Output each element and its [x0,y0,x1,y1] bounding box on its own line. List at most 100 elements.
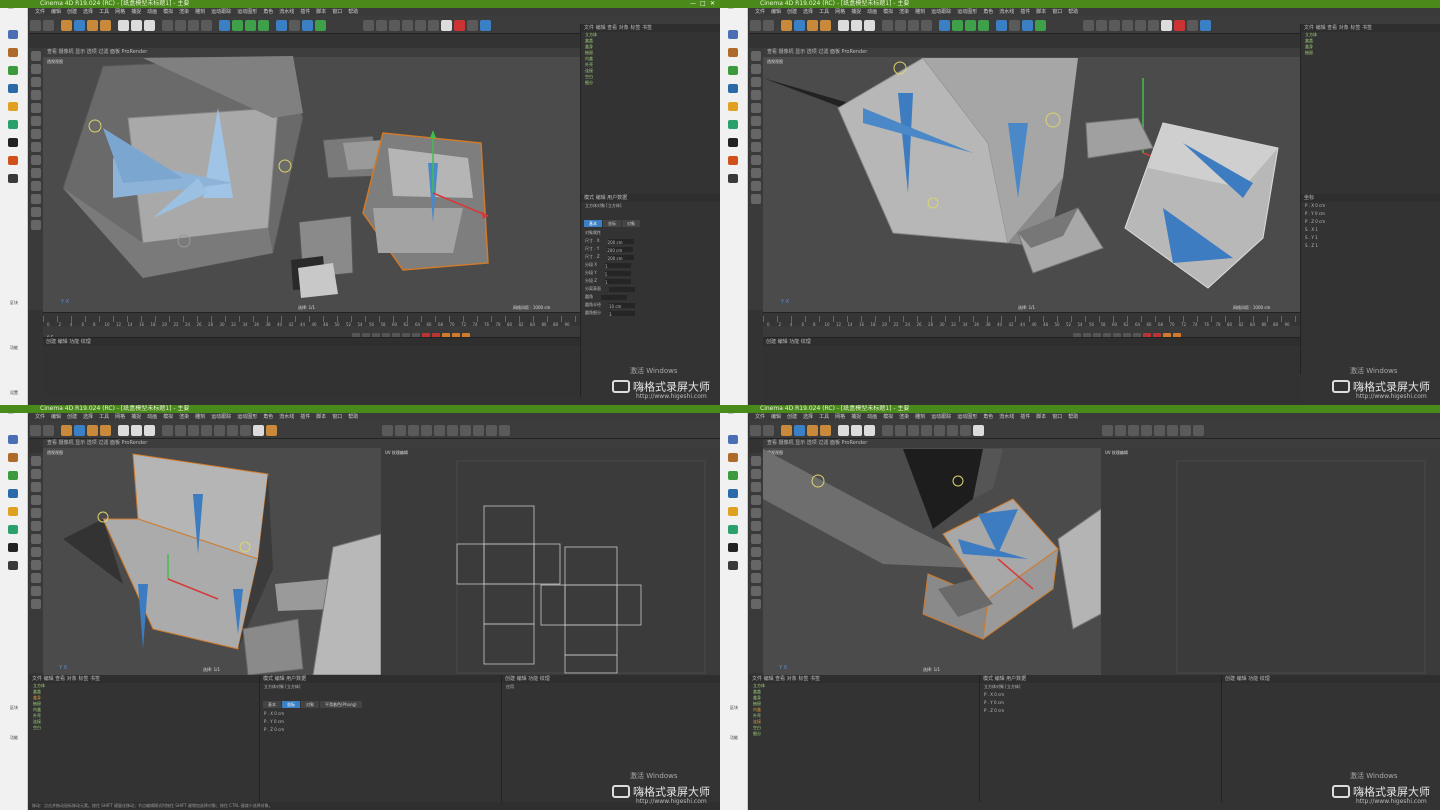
menu-item[interactable]: 选择 [803,9,813,15]
attr-field[interactable]: 3 [609,310,635,317]
coord-row[interactable]: P . Z 0 cm [1301,218,1440,226]
menu-item[interactable]: 编辑 [51,9,61,15]
menu-item[interactable]: 角色 [263,414,273,420]
x-axis-icon[interactable] [118,20,130,31]
render-settings-icon[interactable] [921,20,933,31]
app-icon[interactable] [8,435,18,444]
menu-item[interactable]: 角色 [983,414,993,420]
menu-item[interactable]: 动画 [867,414,877,420]
menu-item[interactable]: 创建 [67,414,77,420]
coord-icon[interactable] [162,425,174,436]
y-axis-icon[interactable] [131,20,143,31]
uv-lock-icon[interactable] [499,425,510,436]
main-menu[interactable]: 文件 编辑 创建 选择 工具 网格 捕捉 动画 模拟 渲染 雕刻 运动跟踪 运动图形 角色 流水线 插件 脚本窗… [29,413,720,421]
menu-item[interactable]: 插件 [1020,414,1030,420]
redo-icon[interactable] [763,20,774,31]
menu-item[interactable]: 创建 [67,9,77,15]
model-mode-icon[interactable] [31,64,41,74]
uv-settings-tabs[interactable]: 创建 编辑 功能 纹理 [1222,675,1440,683]
live-select-icon[interactable] [781,20,793,31]
uv-editor-viewport[interactable]: UV 纹理编辑 [1101,439,1440,675]
polygons-mode-icon[interactable] [414,20,426,31]
uv-rotate-icon[interactable] [1128,425,1139,436]
perspective-viewport[interactable]: 查看 摄像机 显示 选项 过滤 面板 ProRender 透视视图 Y X 选择… [43,48,580,312]
tab-object[interactable]: 对象 [301,701,319,708]
uv-move-icon[interactable] [382,425,393,436]
menu-item[interactable]: 运动图形 [237,9,257,15]
texture-tool-icon[interactable] [31,77,41,87]
camera-tool-icon[interactable] [1022,20,1034,31]
camera-icon[interactable] [728,138,738,147]
render-view-icon[interactable] [895,20,907,31]
point-tool-icon[interactable] [751,103,761,113]
tab-basic[interactable]: 基本 [584,220,602,227]
main-menu[interactable]: 文件 编辑 创建 选择 工具 网格 捕捉 动画 模拟 渲染 雕刻 运动跟踪 运动图形 角色 流水线 插件 脚本窗… [749,413,1440,421]
menu-item[interactable]: 运动图形 [957,414,977,420]
menu-items[interactable]: 文件 编辑 创建 选择 工具 网格 捕捉 动画 模拟 渲染 雕刻 运动跟踪 运动图形 角色 流水线 插件 脚本窗… [29,9,358,15]
coord-icon[interactable] [882,20,894,31]
tweak-icon[interactable] [751,560,761,570]
snap-icon[interactable] [1095,20,1107,31]
uv-mode-icon[interactable] [973,425,985,436]
axis-mode-icon[interactable] [31,495,41,505]
settings-icon[interactable] [728,84,738,93]
light-icon[interactable] [315,20,327,31]
chat-icon[interactable] [728,120,738,129]
move-icon[interactable] [794,425,806,436]
menu-item[interactable]: 窗口 [1052,414,1062,420]
y-axis-icon[interactable] [851,425,863,436]
redo-icon[interactable] [763,425,774,436]
menu-item[interactable]: 动画 [147,414,157,420]
menu-item[interactable]: 脚本 [316,414,326,420]
menu-item[interactable]: 运动跟踪 [211,414,231,420]
enable-axis-icon[interactable] [751,142,761,152]
uv-relax-icon[interactable] [1167,425,1178,436]
folder-icon[interactable] [728,48,738,57]
edge-tool-icon[interactable] [751,116,761,126]
rotate-icon[interactable] [100,425,112,436]
green-app-icon[interactable] [8,66,18,75]
render-icon[interactable] [188,425,200,436]
app-icon[interactable] [728,30,738,39]
enable-axis-icon[interactable] [31,547,41,557]
object-manager-tabs[interactable]: 文件 编辑 查看 对象 标签 书签 [749,675,979,683]
edge-tool-icon[interactable] [751,521,761,531]
lock-icon[interactable] [751,194,761,204]
light-icon[interactable] [1035,20,1047,31]
live-select-icon[interactable] [781,425,793,436]
menu-item[interactable]: 网格 [835,414,845,420]
point-tool-icon[interactable] [31,508,41,518]
menu-item[interactable]: 编辑 [51,414,61,420]
object-row[interactable]: 空白 [29,725,259,731]
main-menu[interactable]: 文件 编辑 创建 选择 工具 网格 捕捉 动画 模拟 渲染 雕刻 运动跟踪 运动图形 角色 流水线 插件 脚本窗… [29,8,720,16]
object-row[interactable]: 细分 [581,80,720,86]
object-manager-tabs[interactable]: 文件 编辑 查看 对象 标签 书签 [29,675,259,683]
attr-field[interactable]: 200 cm [607,238,634,245]
polygon-tool-icon[interactable] [31,534,41,544]
layout-icon[interactable] [362,20,374,31]
object-manager-tabs[interactable]: 文件 编辑 查看 对象 标签 书签 [1301,24,1440,32]
coord-row[interactable]: S . Y 1 [1301,234,1440,242]
tweak-icon[interactable] [751,155,761,165]
menu-item[interactable]: 选择 [83,414,93,420]
edge-tool-icon[interactable] [31,116,41,126]
lock-icon[interactable] [31,599,41,609]
menu-item[interactable]: 脚本 [316,9,326,15]
array-icon[interactable] [965,20,977,31]
render-icon[interactable] [908,20,920,31]
menu-item[interactable]: 网格 [115,9,125,15]
coord-row[interactable]: P . X 0 cm [260,710,501,718]
points-mode-icon[interactable] [214,425,226,436]
uv-relax-icon[interactable] [447,425,458,436]
menu-item[interactable]: 雕刻 [915,9,925,15]
perspective-viewport[interactable]: 查看 摄像机 显示 选项 过滤 面板 ProRender 透视视图 Y X 选择… [763,48,1300,312]
enable-axis-icon[interactable] [31,142,41,152]
edges-mode-icon[interactable] [227,425,239,436]
snap-icon[interactable] [375,20,387,31]
polygons-mode-icon[interactable] [1134,20,1146,31]
perspective-viewport[interactable]: 查看 摄像机 显示 选项 过滤 面板 ProRender 透视视图 Y X 选择 [43,439,381,675]
scene-icon[interactable] [289,20,301,31]
record-key-icon[interactable] [453,20,465,31]
polygon-tool-icon[interactable] [751,534,761,544]
x-axis-icon[interactable] [118,425,130,436]
